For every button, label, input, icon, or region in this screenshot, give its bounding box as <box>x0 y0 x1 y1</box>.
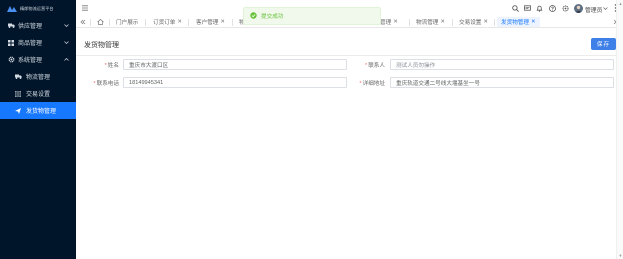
contact-label-text: 联系人 <box>368 63 385 69</box>
tab-trade-settings[interactable]: 交易设置 ✕ <box>459 17 488 27</box>
chevron-up-icon <box>64 57 69 63</box>
success-toast: 提交成功 <box>243 7 381 25</box>
tab-divider <box>145 19 146 26</box>
menu-item-label: 系统管理 <box>18 58 43 64</box>
toast-message: 提交成功 <box>261 14 284 20</box>
menu-item-label: 商品管理 <box>18 41 43 47</box>
tab-label: 门户展示 <box>116 20 139 26</box>
gear-icon <box>7 56 15 63</box>
settings-icon[interactable] <box>562 5 569 14</box>
sidebar-item-label: 物流管理 <box>26 75 51 81</box>
tab-divider <box>109 19 110 26</box>
tab-label: 发货物管理 <box>501 20 529 26</box>
page-scrollbar[interactable]: ▲ ▼ <box>616 0 623 259</box>
truck-icon <box>14 74 22 79</box>
tab-divider <box>90 19 91 26</box>
required-mark: * <box>93 81 96 87</box>
save-button[interactable]: 保存 <box>591 38 616 50</box>
scroll-left-icon[interactable] <box>80 19 86 27</box>
avatar[interactable] <box>574 4 583 13</box>
check-circle-icon <box>250 11 257 21</box>
tab-portal[interactable]: 门户展示 <box>116 17 138 27</box>
logo-icon <box>7 5 17 12</box>
search-icon[interactable] <box>512 5 519 14</box>
menu-item-label: 供应管理 <box>18 24 43 30</box>
main-content: 发货物管理 保存 *姓名 重庆市大渡口区 *联系人 测试人员勿操作 *联系电话 … <box>76 28 623 259</box>
logo: 精郎物流运营平台 <box>0 0 76 17</box>
tab-customers[interactable]: 客户管理 ✕ <box>196 17 225 27</box>
contact-placeholder: 测试人员勿操作 <box>396 62 436 69</box>
phone-label: *联系电话 <box>86 79 119 87</box>
address-value: 重庆轨道交通二号线大堰基坐一号 <box>396 80 480 87</box>
tab-label: 订货订单 <box>153 20 176 26</box>
tab-shipper-management[interactable]: 发货物管理 ✕ <box>497 17 540 27</box>
required-mark: * <box>359 81 362 87</box>
address-label-text: 详细地址 <box>362 81 385 87</box>
tab-label: 客户管理 <box>196 20 219 26</box>
sidebar: 精郎物流运营平台 供应管理 商品管理 系统管理 物流管理 交易设置 发货物管理 <box>0 0 76 259</box>
menu-item-system[interactable]: 系统管理 <box>0 51 76 68</box>
phone-label-text: 联系电话 <box>96 81 119 87</box>
sidebar-item-shipper-management[interactable]: 发货物管理 <box>0 102 76 119</box>
tab-logistics[interactable]: 物流管理 ✕ <box>416 17 445 27</box>
help-icon[interactable] <box>549 5 556 14</box>
close-icon[interactable]: ✕ <box>483 19 488 25</box>
truck-icon <box>7 23 15 28</box>
name-label: *姓名 <box>94 61 119 69</box>
tab-orders[interactable]: 订货订单 ✕ <box>153 17 182 27</box>
name-label-text: 姓名 <box>107 63 119 69</box>
tab-divider <box>494 19 495 26</box>
menu-item-goods[interactable]: 商品管理 <box>0 34 76 51</box>
chevron-down-icon[interactable] <box>603 6 608 12</box>
contact-field[interactable]: 测试人员勿操作 <box>390 59 614 70</box>
sidebar-item-trade-settings[interactable]: 交易设置 <box>0 85 76 102</box>
menu-item-supply[interactable]: 供应管理 <box>0 17 76 34</box>
tab-divider <box>188 19 189 26</box>
close-icon[interactable]: ✕ <box>393 19 398 25</box>
collapse-menu-icon[interactable] <box>82 5 88 13</box>
phone-field[interactable]: 18149945341 <box>123 77 347 88</box>
chevron-down-icon <box>64 23 69 29</box>
bell-icon[interactable] <box>536 5 543 14</box>
tab-partial-right[interactable]: 管理 ✕ <box>380 17 398 27</box>
sidebar-item-label: 交易设置 <box>26 92 51 98</box>
contact-label: *联系人 <box>352 61 385 69</box>
address-label: *详细地址 <box>352 79 385 87</box>
tab-divider <box>232 19 233 26</box>
name-value: 重庆市大渡口区 <box>129 62 169 69</box>
home-icon[interactable] <box>97 19 104 27</box>
sidebar-item-logistics[interactable]: 物流管理 <box>0 68 76 85</box>
sliders-icon <box>14 90 22 97</box>
chevron-down-icon <box>64 40 69 46</box>
sidebar-item-label: 发货物管理 <box>26 109 57 115</box>
close-icon[interactable]: ✕ <box>440 19 445 25</box>
required-mark: * <box>104 63 107 69</box>
logo-text: 精郎物流运营平台 <box>20 5 54 11</box>
send-icon <box>14 107 22 114</box>
message-icon[interactable] <box>524 5 531 14</box>
close-icon[interactable]: ✕ <box>177 19 182 25</box>
tab-label: 物流管理 <box>416 20 439 26</box>
tab-label: 管理 <box>380 20 392 26</box>
scroll-up-icon[interactable]: ▲ <box>618 1 623 6</box>
close-icon[interactable]: ✕ <box>220 19 225 25</box>
name-field[interactable]: 重庆市大渡口区 <box>123 59 347 70</box>
address-field[interactable]: 重庆轨道交通二号线大堰基坐一号 <box>390 77 614 88</box>
page-title: 发货物管理 <box>84 42 119 49</box>
tab-divider <box>452 19 453 26</box>
divider <box>76 55 623 56</box>
user-name[interactable]: 管理员 <box>585 5 602 14</box>
tab-divider <box>409 19 410 26</box>
close-icon[interactable]: ✕ <box>531 19 536 25</box>
tab-label: 交易设置 <box>459 20 482 26</box>
phone-value: 18149945341 <box>129 79 164 86</box>
grid-icon <box>7 39 15 46</box>
scroll-down-icon[interactable]: ▼ <box>618 253 623 258</box>
required-mark: * <box>365 63 368 69</box>
